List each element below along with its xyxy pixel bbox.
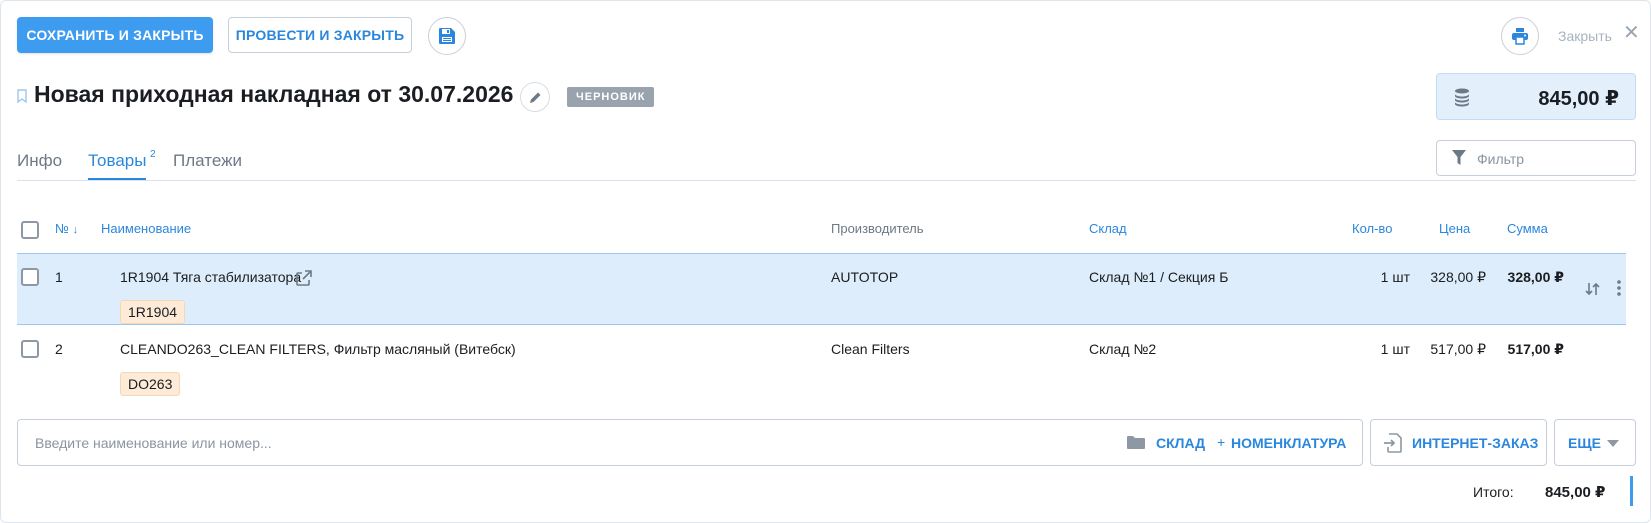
tabs-divider — [17, 180, 1636, 181]
warehouse-cell: Склад №2 — [1089, 341, 1157, 357]
row-checkbox[interactable] — [21, 340, 39, 358]
column-number-label: № — [55, 221, 69, 236]
more-vertical-icon[interactable] — [1616, 279, 1622, 297]
post-and-close-button[interactable]: ПРОВЕСТИ И ЗАКРЫТЬ — [228, 17, 412, 53]
column-name[interactable]: Наименование — [101, 221, 191, 236]
column-manufacturer[interactable]: Производитель — [831, 221, 924, 236]
filter-input[interactable]: Фильтр — [1436, 140, 1636, 176]
page-title: Новая приходная накладная от 30.07.2026 — [34, 81, 514, 107]
article-tag: 1R1904 — [120, 300, 186, 324]
tab-goods[interactable]: Товары — [88, 151, 147, 180]
table-row[interactable]: 1 1R1904 Тяга стабилизатора 1R1904 AUTOT… — [17, 253, 1626, 325]
status-badge: ЧЕРНОВИК — [567, 87, 655, 107]
more-label: ЕЩЕ — [1568, 435, 1601, 451]
tab-info[interactable]: Инфо — [17, 151, 62, 171]
floppy-disk-icon — [439, 28, 455, 44]
column-number[interactable]: № ↓ — [55, 221, 78, 236]
sum-cell: 517,00 ₽ — [1507, 341, 1564, 357]
filter-placeholder: Фильтр — [1477, 151, 1525, 167]
scroll-indicator — [1630, 476, 1633, 506]
tab-goods-count: 2 — [150, 149, 156, 160]
coins-icon — [1455, 88, 1469, 107]
move-arrows-icon[interactable] — [1585, 282, 1601, 296]
select-all-checkbox[interactable] — [21, 221, 39, 239]
document-total-amount: 845,00 ₽ — [1538, 88, 1619, 110]
price-cell: 328,00 ₽ — [1430, 269, 1486, 285]
column-warehouse[interactable]: Склад — [1089, 221, 1127, 236]
funnel-icon — [1452, 150, 1466, 165]
column-price[interactable]: Цена — [1439, 221, 1470, 236]
document-window: СОХРАНИТЬ И ЗАКРЫТЬ ПРОВЕСТИ И ЗАКРЫТЬ З… — [0, 0, 1651, 523]
sum-cell: 328,00 ₽ — [1507, 269, 1564, 285]
import-document-icon — [1384, 433, 1402, 453]
table-row[interactable]: 2 CLEANDO263_CLEAN FILTERS, Фильтр масля… — [17, 326, 1626, 398]
plus-separator: + — [1217, 434, 1226, 450]
external-link-icon[interactable] — [296, 270, 312, 286]
close-link[interactable]: Закрыть — [1558, 28, 1612, 44]
add-item-input[interactable]: Введите наименование или номер... — [35, 435, 272, 451]
article-tag: DO263 — [120, 372, 181, 396]
column-sum[interactable]: Сумма — [1507, 221, 1548, 236]
qty-cell: 1 шт — [1380, 341, 1410, 357]
internet-order-label: ИНТЕРНЕТ-ЗАКАЗ — [1412, 435, 1539, 451]
save-button[interactable] — [428, 17, 466, 55]
qty-cell: 1 шт — [1380, 269, 1410, 285]
manufacturer-cell: AUTOTOP — [831, 269, 899, 285]
folder-icon — [1127, 436, 1145, 449]
chevron-down-icon — [1607, 440, 1619, 447]
grand-total-label: Итого: — [1473, 484, 1514, 500]
document-total-box: 845,00 ₽ — [1436, 73, 1636, 120]
pencil-icon — [529, 92, 540, 103]
grand-total-value: 845,00 ₽ — [1545, 484, 1606, 501]
internet-order-button[interactable]: ИНТЕРНЕТ-ЗАКАЗ — [1370, 419, 1547, 466]
row-checkbox[interactable] — [21, 268, 39, 286]
manufacturer-cell: Clean Filters — [831, 341, 910, 357]
product-name[interactable]: CLEANDO263_CLEAN FILTERS, Фильтр масляны… — [120, 341, 516, 357]
price-cell: 517,00 ₽ — [1430, 341, 1486, 357]
add-item-bar: Введите наименование или номер... СКЛАД … — [17, 419, 1363, 466]
close-icon[interactable]: ✕ — [1623, 23, 1640, 43]
more-button[interactable]: ЕЩЕ — [1554, 419, 1636, 466]
sort-desc-icon: ↓ — [72, 224, 79, 236]
column-qty[interactable]: Кол-во — [1352, 221, 1392, 236]
tab-payments[interactable]: Платежи — [173, 151, 242, 171]
warehouse-link[interactable]: СКЛАД — [1156, 435, 1205, 451]
product-name[interactable]: 1R1904 Тяга стабилизатора — [120, 269, 301, 285]
save-and-close-button[interactable]: СОХРАНИТЬ И ЗАКРЫТЬ — [17, 17, 213, 53]
nomenclature-link[interactable]: НОМЕНКЛАТУРА — [1231, 435, 1346, 451]
table-header: № ↓ Наименование Производитель Склад Кол… — [17, 213, 1626, 253]
edit-title-button[interactable] — [520, 82, 550, 112]
print-button[interactable] — [1501, 17, 1539, 55]
row-number: 2 — [55, 341, 63, 357]
printer-icon — [1512, 28, 1528, 45]
bookmark-icon[interactable] — [17, 89, 27, 103]
row-number: 1 — [55, 269, 63, 285]
warehouse-cell: Склад №1 / Секция Б — [1089, 269, 1229, 285]
